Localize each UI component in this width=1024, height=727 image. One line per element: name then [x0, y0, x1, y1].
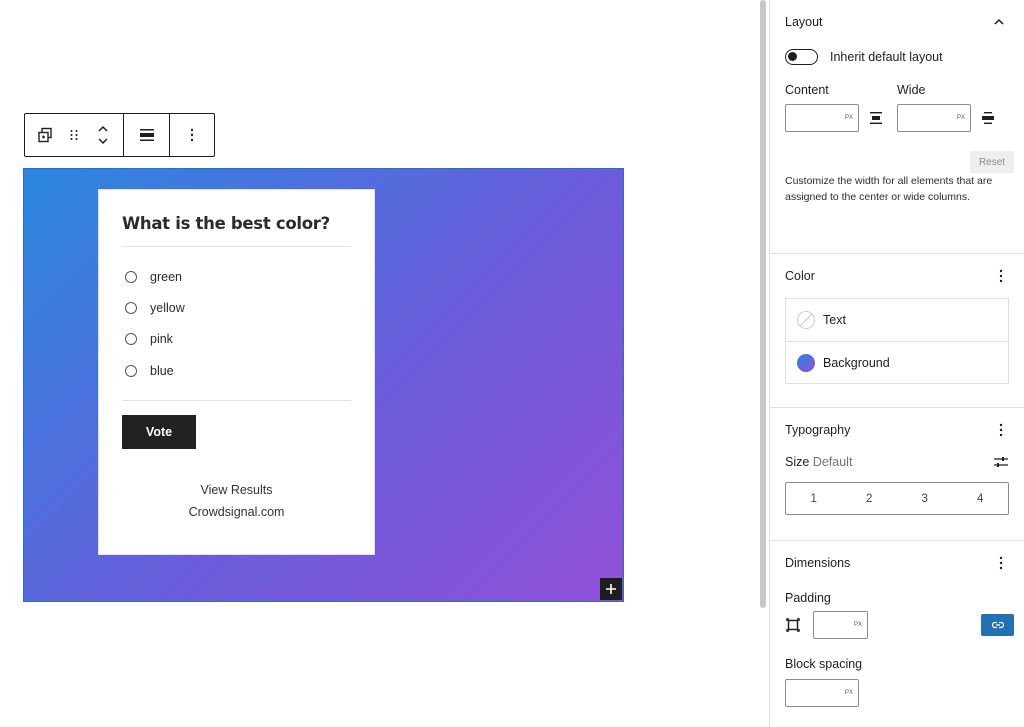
dimensions-panel: Dimensions Padding PX Block spacing PX [770, 541, 1024, 707]
poll-option-label: pink [150, 332, 173, 347]
block-spacing-label: Block spacing [785, 657, 863, 671]
color-panel-header: Color [785, 254, 1009, 298]
radio-icon[interactable] [125, 333, 137, 346]
typography-panel-title: Typography [785, 423, 851, 437]
canvas-scrollbar[interactable] [760, 0, 766, 608]
unit-label: PX [844, 690, 853, 696]
inherit-layout-toggle[interactable] [785, 49, 818, 65]
gradient-swatch-icon [797, 353, 815, 372]
wide-width-input[interactable]: PX [897, 104, 971, 132]
padding-label: Padding [785, 591, 831, 605]
poll-option-label: green [150, 269, 182, 284]
poll-option-label: yellow [150, 300, 185, 315]
poll-options: green yellow pink blue [122, 261, 351, 402]
add-block-button[interactable] [600, 578, 622, 600]
settings-sidebar: Layout Inherit default layout Content PX… [770, 0, 1024, 727]
font-size-option[interactable]: 1 [786, 483, 842, 514]
view-results-link[interactable]: View Results [122, 479, 351, 501]
empty-swatch-icon [797, 311, 815, 329]
color-item-label: Text [823, 313, 846, 327]
layout-panel-header[interactable]: Layout [785, 0, 1009, 44]
chevron-up-icon[interactable] [993, 18, 1005, 26]
background-color-item[interactable]: Background [786, 341, 1008, 383]
reset-button[interactable]: Reset [970, 151, 1014, 173]
content-width-input[interactable]: PX [785, 104, 859, 132]
color-list: Text Background [785, 298, 1009, 384]
poll-option-label: blue [150, 363, 174, 378]
color-panel: Color Text Background [770, 254, 1024, 408]
color-item-label: Background [823, 355, 890, 370]
font-size-label: Size [785, 455, 810, 469]
padding-row: PX [785, 611, 1014, 639]
dimensions-panel-title: Dimensions [785, 556, 851, 570]
unit-label: PX [844, 115, 853, 121]
poll-option[interactable]: yellow [122, 292, 351, 323]
box-sides-icon [785, 617, 801, 633]
layout-dimensions: Content PX Wide PX [785, 82, 1009, 132]
inherit-layout-row: Inherit default layout [785, 44, 1009, 70]
wide-width-label: Wide [897, 83, 926, 97]
move-up-down-icon[interactable] [83, 114, 123, 156]
color-options-icon[interactable] [993, 269, 1009, 283]
block-spacing-input[interactable]: PX [785, 679, 859, 707]
poll-option[interactable]: blue [122, 355, 351, 386]
unit-label: PX [853, 622, 862, 628]
radio-icon[interactable] [125, 301, 137, 314]
link-icon [991, 621, 1004, 629]
transform-icon[interactable] [25, 114, 65, 156]
font-size-option[interactable]: 4 [953, 483, 1009, 514]
plus-icon [606, 584, 616, 594]
font-size-option[interactable]: 3 [897, 483, 953, 514]
radio-icon[interactable] [125, 270, 137, 283]
padding-input[interactable]: PX [813, 611, 868, 639]
content-width-label: Content [785, 83, 829, 97]
font-size-option[interactable]: 2 [842, 483, 898, 514]
poll-card: What is the best color? green yellow pin… [98, 189, 375, 555]
poll-option[interactable]: pink [122, 324, 351, 355]
align-center-icon[interactable] [869, 111, 883, 125]
inherit-layout-label: Inherit default layout [830, 50, 943, 64]
radio-icon[interactable] [125, 364, 137, 377]
font-size-picker: 1 2 3 4 [785, 482, 1009, 515]
align-icon[interactable] [124, 114, 169, 156]
crowdsignal-link[interactable]: Crowdsignal.com [122, 501, 351, 523]
poll-question: What is the best color? [122, 214, 351, 247]
editor-canvas: What is the best color? green yellow pin… [0, 0, 758, 727]
align-wide-icon[interactable] [981, 111, 995, 125]
layout-panel: Layout Inherit default layout Content PX… [770, 0, 1024, 254]
poll-option[interactable]: green [122, 261, 351, 292]
color-panel-title: Color [785, 269, 815, 283]
font-size-row: Size Default [785, 452, 1009, 472]
link-sides-button[interactable] [981, 614, 1014, 636]
layout-help-text: Customize the width for all elements tha… [785, 175, 993, 203]
more-options-icon[interactable] [170, 114, 213, 156]
layout-panel-title: Layout [785, 15, 823, 29]
block-toolbar [24, 113, 215, 157]
drag-handle-icon[interactable] [65, 114, 83, 156]
typography-options-icon[interactable] [993, 423, 1009, 437]
typography-panel-header: Typography [785, 408, 1009, 452]
unit-label: PX [956, 115, 965, 121]
font-size-value: Default [812, 455, 853, 469]
dimensions-options-icon[interactable] [993, 556, 1009, 570]
poll-links: View Results Crowdsignal.com [122, 479, 351, 523]
typography-panel: Typography Size Default 1 2 3 4 [770, 408, 1024, 541]
cover-block[interactable]: What is the best color? green yellow pin… [23, 168, 624, 602]
custom-size-icon[interactable] [993, 455, 1009, 469]
vote-button[interactable]: Vote [122, 415, 196, 450]
dimensions-panel-header: Dimensions [785, 541, 1009, 585]
text-color-item[interactable]: Text [786, 299, 1008, 341]
